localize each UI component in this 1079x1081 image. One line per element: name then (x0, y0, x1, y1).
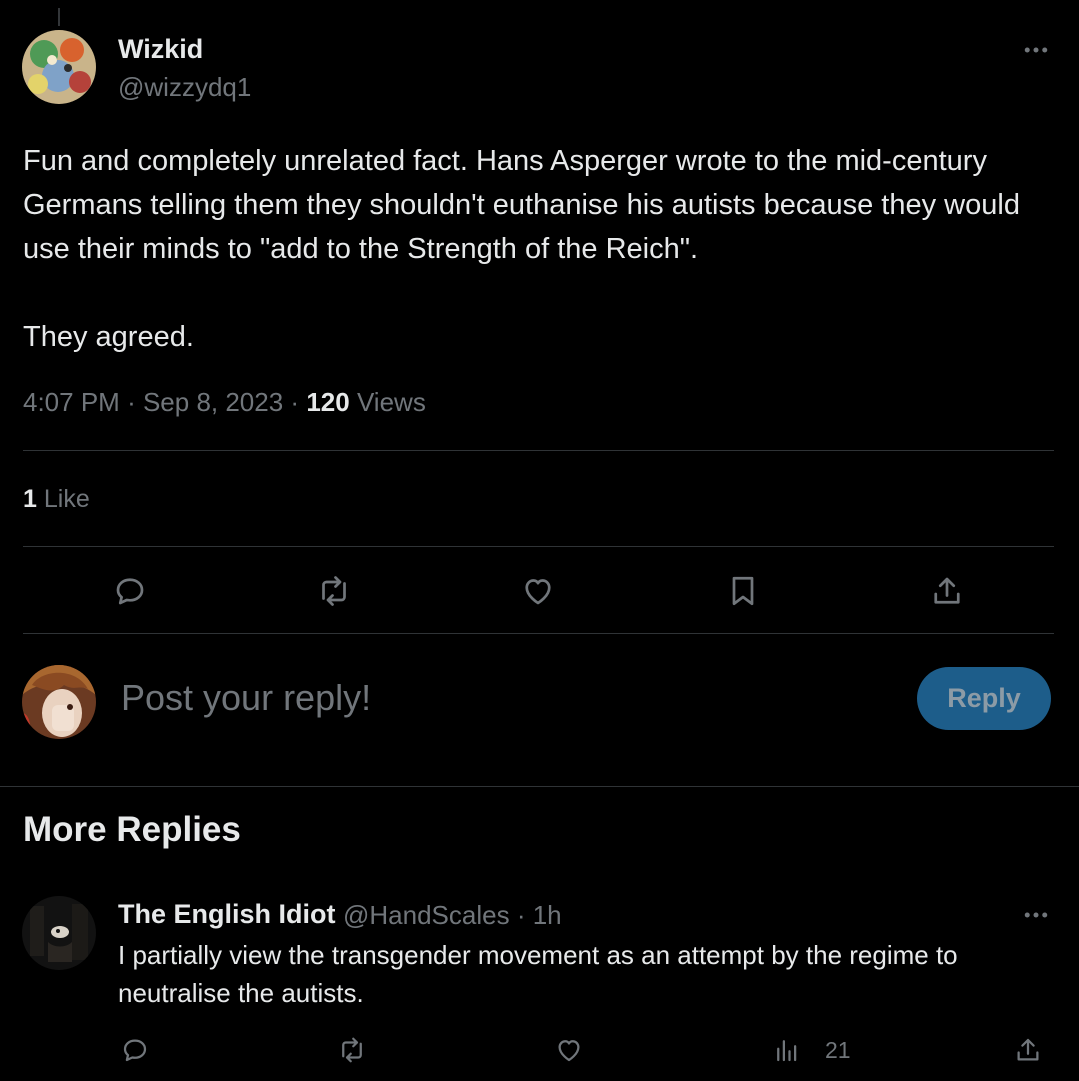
repost-icon (342, 1037, 362, 1063)
share-action-button[interactable] (927, 571, 967, 611)
like-icon (558, 1040, 580, 1062)
like-count: 1 (23, 485, 37, 513)
reply-action-button[interactable] (110, 571, 150, 611)
thread-line (58, 8, 60, 26)
reply-text: I partially view the transgender movemen… (118, 940, 958, 1008)
post-more-button[interactable] (1016, 35, 1056, 65)
reply-repost-button[interactable] (335, 1033, 369, 1067)
author-name[interactable]: Wizkid (118, 34, 203, 65)
reply-icon (116, 578, 144, 605)
user-avatar[interactable] (22, 665, 96, 739)
repost-action-button[interactable] (314, 571, 354, 611)
reply-author-handle[interactable]: @HandScales (343, 900, 510, 930)
reply-views-button[interactable] (770, 1033, 804, 1067)
reply-time[interactable]: 1h (533, 900, 562, 930)
reply-more-button[interactable] (1016, 900, 1056, 930)
reply-author-avatar[interactable] (22, 896, 96, 970)
reply-share-button[interactable] (1011, 1033, 1045, 1067)
bookmark-action-button[interactable] (723, 571, 763, 611)
reply-author-name[interactable]: The English Idiot (118, 899, 336, 930)
share-icon (1017, 1038, 1039, 1061)
divider (23, 633, 1054, 634)
repost-icon (322, 576, 346, 606)
section-divider (0, 786, 1079, 787)
meta-separator: · (516, 900, 533, 930)
reply-author-meta: @HandScales · 1h (343, 900, 562, 931)
reply-input[interactable]: Post your reply! (121, 677, 371, 719)
divider (23, 450, 1054, 451)
more-icon (1024, 912, 1048, 918)
like-label: Like (43, 485, 90, 513)
meta-separator: · (290, 387, 307, 417)
reply-button[interactable]: Reply (917, 667, 1051, 730)
reply-icon (123, 1039, 147, 1062)
like-action-button[interactable] (518, 571, 558, 611)
views-label: Views (356, 387, 426, 417)
reply-like-button[interactable] (552, 1033, 586, 1067)
more-replies-heading: More Replies (23, 810, 241, 849)
reply-reply-button[interactable] (118, 1033, 152, 1067)
post-meta: 4:07 PM · Sep 8, 2023 · 120 Views (23, 387, 426, 418)
like-icon (525, 579, 551, 605)
views-count: 120 (306, 387, 350, 417)
share-icon (934, 577, 960, 604)
post-time[interactable]: 4:07 PM (23, 387, 120, 417)
meta-separator: · (127, 387, 143, 417)
likes-link[interactable]: 1 Like (23, 485, 90, 514)
post-text: Fun and completely unrelated fact. Hans … (23, 145, 1020, 353)
reply-view-count: 21 (825, 1037, 851, 1063)
more-icon (1024, 47, 1048, 53)
bookmark-icon (732, 576, 754, 606)
views-icon (777, 1040, 797, 1062)
author-handle[interactable]: @wizzydq1 (118, 72, 251, 103)
post-date[interactable]: Sep 8, 2023 (143, 387, 283, 417)
author-avatar[interactable] (22, 30, 96, 104)
divider (23, 546, 1054, 547)
